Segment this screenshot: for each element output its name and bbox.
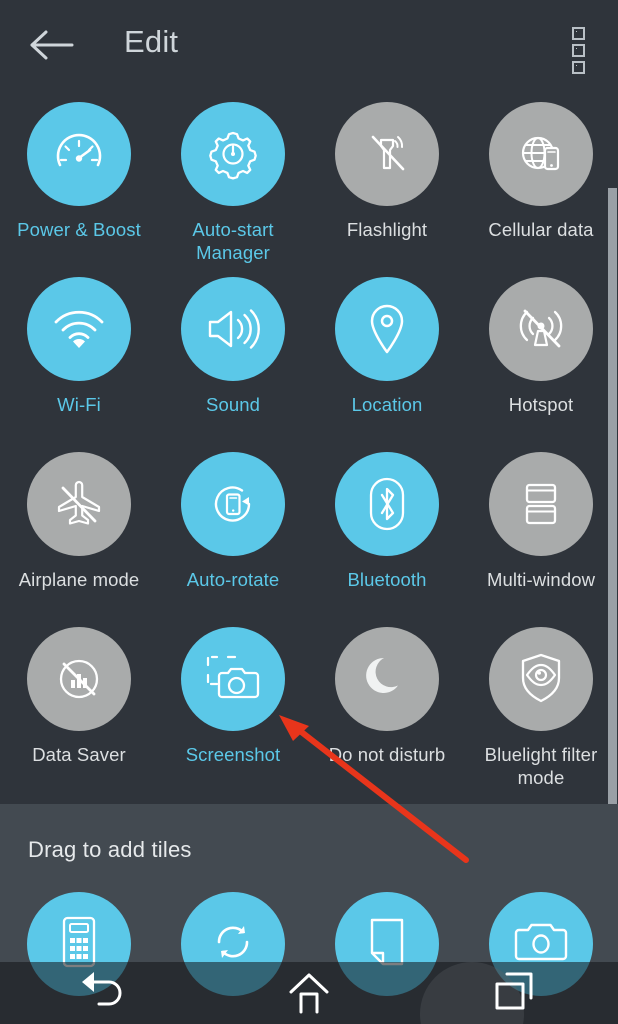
tile-circle <box>181 277 285 381</box>
tile-circle <box>335 102 439 206</box>
globe-phone-icon <box>514 127 568 181</box>
tile-circle <box>335 277 439 381</box>
tile-label: Bluelight filter mode <box>484 744 598 788</box>
tile-label: Bluetooth <box>347 569 427 590</box>
tile-circle <box>489 102 593 206</box>
tile-circle <box>181 452 285 556</box>
back-button[interactable] <box>24 22 80 72</box>
tile-label: Power & Boost <box>17 219 141 240</box>
wifi-icon <box>51 306 107 352</box>
tile-cellular-data[interactable]: Cellular data <box>464 102 618 241</box>
nav-home-button[interactable] <box>206 962 412 1024</box>
tile-label: Airplane mode <box>18 569 140 590</box>
tile-bluetooth[interactable]: Bluetooth <box>310 452 464 591</box>
tile-circle <box>27 102 131 206</box>
bluetooth-icon <box>364 476 410 532</box>
nav-back-button[interactable] <box>0 962 206 1024</box>
tile-circle <box>181 102 285 206</box>
tile-wifi[interactable]: Wi-Fi <box>2 277 156 416</box>
tile-location[interactable]: Location <box>310 277 464 416</box>
tile-airplane-mode[interactable]: Airplane mode <box>2 452 156 591</box>
tile-circle <box>27 452 131 556</box>
auto-rotate-icon <box>205 477 261 531</box>
tile-bluelight-filter-mode[interactable]: Bluelight filter mode <box>464 627 618 789</box>
tile-power-and-boost[interactable]: Power & Boost <box>2 102 156 241</box>
overflow-dot-2 <box>571 43 585 57</box>
tile-label: Screenshot <box>185 744 281 765</box>
tile-auto-rotate[interactable]: Auto-rotate <box>156 452 310 591</box>
tile-label: Do not disturb <box>328 744 446 765</box>
hotspot-off-icon <box>514 302 568 356</box>
tile-label: Location <box>351 394 423 415</box>
overflow-dot-1 <box>571 26 585 40</box>
tile-label: Auto-start Manager <box>192 219 274 263</box>
scrollbar-thumb[interactable] <box>608 188 617 902</box>
quick-settings-edit-screen: Edit Power & Boost Auto-start Manager Fl… <box>0 0 618 1024</box>
overflow-menu-button[interactable] <box>555 26 601 74</box>
tile-circle <box>489 277 593 381</box>
tile-label: Auto-rotate <box>186 569 280 590</box>
map-pin-icon <box>365 301 409 357</box>
flashlight-off-icon <box>360 127 414 181</box>
tile-label: Data Saver <box>32 744 126 765</box>
add-tiles-title: Drag to add tiles <box>28 837 192 862</box>
scrollbar-track[interactable] <box>606 92 618 902</box>
speedometer-icon <box>52 127 106 181</box>
tile-label: Cellular data <box>488 219 594 240</box>
tile-circle <box>181 627 285 731</box>
eye-shield-icon <box>517 651 565 707</box>
nav-back-icon <box>77 968 129 1019</box>
tile-data-saver[interactable]: Data Saver <box>2 627 156 766</box>
tile-circle <box>335 452 439 556</box>
tile-flashlight[interactable]: Flashlight <box>310 102 464 241</box>
tile-label: Flashlight <box>346 219 428 240</box>
tile-do-not-disturb[interactable]: Do not disturb <box>310 627 464 766</box>
data-saver-off-icon <box>52 652 106 706</box>
system-navigation-bar <box>0 962 618 1024</box>
tile-circle <box>27 627 131 731</box>
airplane-off-icon <box>52 477 106 531</box>
tile-label: Multi-window <box>486 569 596 590</box>
speaker-icon <box>205 304 261 354</box>
tile-label: Hotspot <box>508 394 574 415</box>
multi-window-icon <box>516 477 566 531</box>
arrow-left-icon <box>29 29 75 66</box>
quick-settings-tile-grid: Power & Boost Auto-start Manager Flashli… <box>0 92 605 804</box>
tile-auto-start-manager[interactable]: Auto-start Manager <box>156 102 310 264</box>
tile-multi-window[interactable]: Multi-window <box>464 452 618 591</box>
gear-gauge-icon <box>206 127 260 181</box>
nav-recents-button[interactable] <box>412 962 618 1024</box>
page-title: Edit <box>124 24 179 59</box>
app-header: Edit <box>0 0 618 92</box>
tile-circle <box>489 452 593 556</box>
tile-sound[interactable]: Sound <box>156 277 310 416</box>
nav-recents-icon <box>489 968 541 1019</box>
tile-label: Wi-Fi <box>57 394 101 415</box>
tile-circle <box>27 277 131 381</box>
moon-icon <box>360 652 414 706</box>
tile-label: Sound <box>206 394 260 415</box>
nav-home-icon <box>283 968 335 1019</box>
tile-screenshot[interactable]: Screenshot <box>156 627 310 766</box>
tile-circle <box>489 627 593 731</box>
overflow-dot-3 <box>571 60 585 74</box>
tile-circle <box>335 627 439 731</box>
tile-hotspot[interactable]: Hotspot <box>464 277 618 416</box>
screenshot-camera-icon <box>204 653 262 705</box>
